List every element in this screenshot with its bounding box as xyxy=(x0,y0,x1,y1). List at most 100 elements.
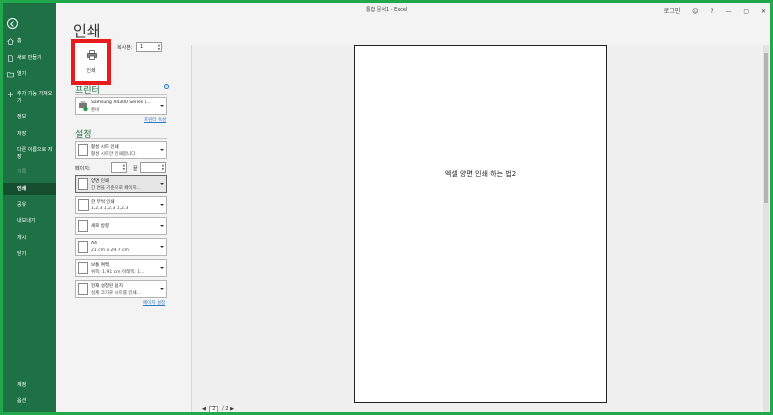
setting-subtitle: 긴 면을 기준으로 페이지... xyxy=(91,186,141,191)
total-pages: 2 xyxy=(225,406,229,412)
sidebar-item-history: 기록 xyxy=(3,169,56,176)
paper-icon xyxy=(78,241,88,253)
scrollbar-thumb[interactable] xyxy=(764,53,768,203)
sidebar-item-close[interactable]: 닫기 xyxy=(3,251,56,258)
minimize-button[interactable]: — xyxy=(725,8,731,15)
orientation-dropdown[interactable]: 세로 방향 xyxy=(75,217,167,235)
sidebar-item-label: 정보 xyxy=(17,114,27,120)
sidebar-item-label: 다른 이름으로 저장 xyxy=(17,147,53,160)
sidebar-item-share[interactable]: 공유 xyxy=(3,202,56,209)
add-in-icon xyxy=(8,92,13,97)
back-arrow-icon[interactable] xyxy=(7,18,18,29)
page-title: 인쇄 xyxy=(73,22,101,40)
sidebar-item-save-as[interactable]: 다른 이름으로 저장 xyxy=(3,147,56,161)
chevron-down-icon xyxy=(160,246,164,248)
page-navigator: ◀ 2 / 2 ▶ xyxy=(202,406,234,412)
preview-page: 엑셀 양면 인쇄 하는 법2 xyxy=(354,45,607,403)
next-page-button[interactable]: ▶ xyxy=(230,406,234,412)
portrait-icon xyxy=(78,220,88,232)
pages-to-label: 끝 xyxy=(133,166,138,172)
sidebar-item-publish[interactable]: 게시 xyxy=(3,235,56,242)
info-icon[interactable]: i xyxy=(164,84,169,89)
paper-size-dropdown[interactable]: A4 21 cm x 29.7 cm xyxy=(75,238,167,256)
current-page-input[interactable]: 2 xyxy=(209,406,219,412)
page-setup-link[interactable]: 페이지 설정 xyxy=(143,300,165,306)
excel-window: 홈 새로 만들기 열기 추가 기능 가져오기 정보 저장 다른 이름으로 저장 … xyxy=(3,3,770,412)
duplex-dropdown[interactable]: 양면 인쇄 긴 면을 기준으로 페이지... xyxy=(75,175,167,193)
sidebar-item-label: 공유 xyxy=(17,202,27,208)
sidebar-item-label: 저장 xyxy=(17,131,27,137)
close-button[interactable]: ✕ xyxy=(761,8,766,15)
sidebar-item-get-add-ins[interactable]: 추가 기능 가져오기 xyxy=(3,91,56,105)
copies-input[interactable]: 1 ▲ ▼ xyxy=(136,42,162,52)
pages-to-spinner[interactable]: ▲ ▼ xyxy=(162,163,164,171)
print-button[interactable]: 인쇄 xyxy=(71,39,111,85)
sidebar-item-label: 게시 xyxy=(17,235,27,241)
window-controls: 로그인 ☺ ? — ▢ ✕ xyxy=(654,6,766,15)
sidebar-item-info[interactable]: 정보 xyxy=(3,114,56,121)
setting-title: 양면 인쇄 xyxy=(91,179,109,184)
setting-title: 보통 여백 xyxy=(91,263,109,268)
open-folder-icon xyxy=(7,72,14,78)
print-backstage: 인쇄 인쇄 복사본: 1 ▲ ▼ 프린터 i Samsung X4300 Seri… xyxy=(56,15,770,412)
sidebar-item-label: 인쇄 xyxy=(17,186,27,192)
sidebar-item-export[interactable]: 내보내기 xyxy=(3,218,56,225)
section-divider xyxy=(75,138,167,139)
setting-title: 현재 설정된 용지 xyxy=(91,284,123,289)
share-person-icon[interactable]: ☺ xyxy=(692,8,698,15)
sidebar-item-label: 내보내기 xyxy=(17,218,36,224)
sheet-icon xyxy=(78,144,88,156)
printer-dropdown[interactable]: Samsung X4300 Series (... 준비 xyxy=(75,97,167,115)
title-bar: 통합 문서1 - Excel 로그인 ☺ ? — ▢ ✕ xyxy=(56,3,770,15)
sidebar-item-label: 열기 xyxy=(17,71,27,77)
copies-spinner[interactable]: ▲ ▼ xyxy=(158,43,160,51)
print-preview: 엑셀 양면 인쇄 하는 법2 ◀ 2 / 2 ▶ xyxy=(191,45,770,412)
scaling-icon xyxy=(78,283,88,295)
restore-button[interactable]: ▢ xyxy=(743,8,749,15)
backstage-sidebar: 홈 새로 만들기 열기 추가 기능 가져오기 정보 저장 다른 이름으로 저장 … xyxy=(3,3,56,412)
print-scope-dropdown[interactable]: 활성 시트 인쇄 활성 시트만 인쇄합니다. xyxy=(75,141,167,159)
pages-label: 페이지: xyxy=(75,166,91,172)
preview-content-text: 엑셀 양면 인쇄 하는 법2 xyxy=(444,170,517,178)
collate-dropdown[interactable]: 한 부씩 인쇄 1,2,3 1,2,3 1,2,3 xyxy=(75,196,167,214)
chevron-down-icon xyxy=(160,288,164,290)
sidebar-item-label: 기록 xyxy=(17,169,27,175)
help-button[interactable]: ? xyxy=(710,8,713,15)
duplex-icon xyxy=(78,178,88,190)
sidebar-item-save[interactable]: 저장 xyxy=(3,131,56,138)
setting-subtitle: 활성 시트만 인쇄합니다. xyxy=(91,152,137,157)
setting-title: 세로 방향 xyxy=(91,224,109,229)
sidebar-item-account[interactable]: 계정 xyxy=(3,382,56,389)
chevron-down-icon xyxy=(160,267,164,269)
margins-icon xyxy=(78,262,88,274)
sidebar-item-open[interactable]: 열기 xyxy=(3,71,56,78)
sign-in-link[interactable]: 로그인 xyxy=(664,8,681,15)
printer-status-icon xyxy=(79,101,88,112)
setting-title: 활성 시트 인쇄 xyxy=(91,145,119,150)
setting-subtitle: 실제 크기로 시트를 인쇄... xyxy=(91,291,141,296)
sidebar-item-label: 옵션 xyxy=(17,398,27,404)
sidebar-item-new[interactable]: 새로 만들기 xyxy=(3,55,56,62)
margins-dropdown[interactable]: 보통 여백 위쪽: 1.91 cm 아래쪽: 1... xyxy=(75,259,167,277)
printer-name: Samsung X4300 Series (... xyxy=(91,100,151,105)
section-divider xyxy=(75,94,167,95)
printer-icon xyxy=(87,50,97,60)
pages-from-input[interactable]: ▲ ▼ xyxy=(111,162,127,173)
print-button-label: 인쇄 xyxy=(86,68,96,74)
sidebar-item-print[interactable]: 인쇄 xyxy=(3,183,56,195)
chevron-down-icon xyxy=(160,183,164,185)
window-title: 통합 문서1 - Excel xyxy=(366,7,408,13)
pages-to-input[interactable]: ▲ ▼ xyxy=(140,162,166,173)
setting-title: 한 부씩 인쇄 xyxy=(91,200,115,205)
sidebar-item-options[interactable]: 옵션 xyxy=(3,398,56,405)
pages-from-spinner[interactable]: ▲ ▼ xyxy=(123,163,125,171)
collate-icon xyxy=(78,199,89,211)
sidebar-item-label: 계정 xyxy=(17,382,27,388)
chevron-down-icon xyxy=(160,149,164,151)
preview-scrollbar[interactable] xyxy=(763,45,769,412)
chevron-down-icon xyxy=(160,105,164,107)
previous-page-button[interactable]: ◀ xyxy=(202,406,206,412)
sidebar-item-home[interactable]: 홈 xyxy=(3,38,56,45)
scaling-dropdown[interactable]: 현재 설정된 용지 실제 크기로 시트를 인쇄... xyxy=(75,280,167,298)
printer-properties-link[interactable]: 프린터 속성 xyxy=(144,117,166,123)
